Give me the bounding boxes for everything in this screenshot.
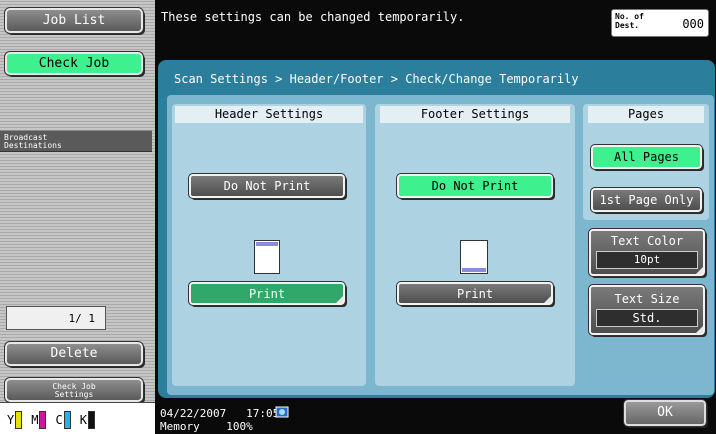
delete-button[interactable]: Delete bbox=[4, 341, 144, 367]
header-settings-title: Header Settings bbox=[175, 106, 363, 123]
date-text: 04/22/2007 bbox=[160, 407, 227, 420]
network-icon bbox=[275, 406, 289, 418]
footer-page-icon bbox=[460, 240, 488, 274]
pages-title: Pages bbox=[588, 106, 704, 123]
memory-status: Memory 100% bbox=[160, 421, 253, 433]
status-message: These settings can be changed temporaril… bbox=[161, 10, 465, 24]
footer-settings-title: Footer Settings bbox=[380, 106, 570, 123]
footer-do-not-print-button[interactable]: Do Not Print bbox=[396, 173, 554, 199]
toner-levels: YMCK bbox=[0, 402, 155, 434]
text-color-label: Text Color bbox=[610, 234, 684, 248]
header-bar-icon bbox=[256, 242, 278, 246]
toner-k-bar bbox=[87, 411, 95, 429]
toner-y-bar bbox=[15, 411, 23, 429]
check-job-settings-button[interactable]: Check Job Settings bbox=[4, 377, 144, 403]
header-print-button[interactable]: Print bbox=[188, 281, 346, 306]
text-size-label: Text Size bbox=[614, 292, 680, 306]
header-do-not-print-button[interactable]: Do Not Print bbox=[188, 173, 346, 199]
dest-count-label: No. of Dest. bbox=[615, 12, 644, 30]
destination-count: No. of Dest. 000 bbox=[611, 9, 709, 37]
toner-m-label: M bbox=[31, 413, 39, 427]
text-color-value: 10pt bbox=[596, 251, 698, 269]
breadcrumb: Scan Settings > Header/Footer > Check/Ch… bbox=[174, 72, 579, 86]
date-time: 04/22/2007 17:05 bbox=[160, 408, 279, 420]
footer-print-button[interactable]: Print bbox=[396, 281, 554, 306]
ok-button[interactable]: OK bbox=[623, 399, 707, 427]
text-color-button[interactable]: Text Color 10pt bbox=[588, 228, 706, 277]
broadcast-destinations-label: Broadcast Destinations bbox=[0, 130, 152, 152]
all-pages-button[interactable]: All Pages bbox=[590, 144, 703, 170]
toner-y-label: Y bbox=[7, 413, 15, 427]
header-page-icon bbox=[254, 240, 280, 274]
first-page-only-button[interactable]: 1st Page Only bbox=[590, 187, 703, 213]
footer-bar-icon bbox=[462, 268, 486, 272]
dest-count-value: 000 bbox=[682, 17, 704, 31]
memory-value: 100% bbox=[226, 420, 253, 433]
text-size-button[interactable]: Text Size Std. bbox=[588, 284, 706, 336]
page-indicator: 1/ 1 bbox=[6, 306, 106, 330]
text-size-value: Std. bbox=[596, 309, 698, 327]
toner-c-bar bbox=[63, 411, 71, 429]
check-job-button[interactable]: Check Job bbox=[4, 51, 144, 76]
toner-k-label: K bbox=[79, 413, 87, 427]
memory-label: Memory bbox=[160, 420, 200, 433]
toner-m-bar bbox=[39, 411, 47, 429]
toner-c-label: C bbox=[55, 413, 63, 427]
job-list-button[interactable]: Job List bbox=[4, 7, 144, 34]
